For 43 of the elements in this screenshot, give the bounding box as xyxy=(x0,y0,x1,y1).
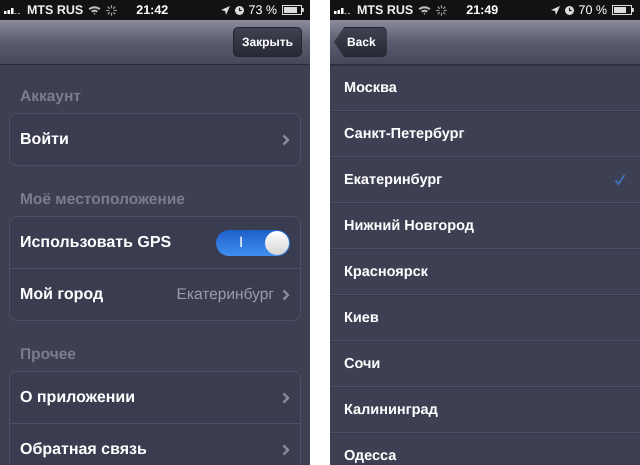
row-label: Мой город xyxy=(20,286,104,304)
gps-toggle[interactable]: I xyxy=(216,230,290,256)
city-item[interactable]: Одесса xyxy=(330,433,640,465)
chevron-icon[interactable] xyxy=(282,444,290,456)
carrier-name: MTS RUS xyxy=(357,3,414,17)
section-header: Аккаунт xyxy=(19,87,82,107)
battery-percent: 73 % xyxy=(248,3,277,17)
city-item[interactable]: Нижний Новгород xyxy=(330,203,640,249)
city-item[interactable]: Екатеринбург xyxy=(330,157,640,203)
city-item[interactable]: Москва xyxy=(330,65,640,111)
clock-icon xyxy=(564,6,574,14)
location-arrow-icon xyxy=(220,6,230,14)
battery-icon xyxy=(282,5,304,15)
back-button[interactable]: Back xyxy=(334,27,387,57)
spinner-icon xyxy=(436,4,448,16)
spinner-icon xyxy=(106,4,118,16)
chevron-icon[interactable] xyxy=(282,288,290,300)
status-time: 21:49 xyxy=(466,3,498,17)
clock-icon xyxy=(234,6,244,14)
row-value: Екатеринбург xyxy=(176,286,274,304)
city-item[interactable]: Сочи xyxy=(330,341,640,387)
city-item[interactable]: Санкт-Петербург xyxy=(330,111,640,157)
status-time: 21:42 xyxy=(136,3,168,17)
battery-icon xyxy=(612,5,634,15)
row-label: Войти xyxy=(20,130,69,148)
signal-icon xyxy=(334,6,352,14)
city-item[interactable]: Калининград xyxy=(330,387,640,433)
close-button[interactable]: Закрыть xyxy=(232,27,302,57)
row-label: Использовать GPS xyxy=(20,234,172,252)
city-item[interactable]: Красноярск xyxy=(330,249,640,295)
section-header: Моё местоположение xyxy=(19,190,186,210)
location-arrow-icon xyxy=(550,6,560,14)
wifi-icon xyxy=(418,5,432,15)
carrier-name: MTS RUS xyxy=(27,3,84,17)
battery-percent: 70 % xyxy=(578,3,607,17)
city-item[interactable]: Киев xyxy=(330,295,640,341)
section-header: Прочее xyxy=(19,345,77,365)
row-label: О приложении xyxy=(20,388,136,406)
chevron-icon[interactable] xyxy=(282,392,290,404)
wifi-icon xyxy=(88,5,102,15)
signal-icon xyxy=(4,6,22,14)
chevron-icon[interactable] xyxy=(282,134,290,146)
row-label: Обратная связь xyxy=(20,440,147,458)
